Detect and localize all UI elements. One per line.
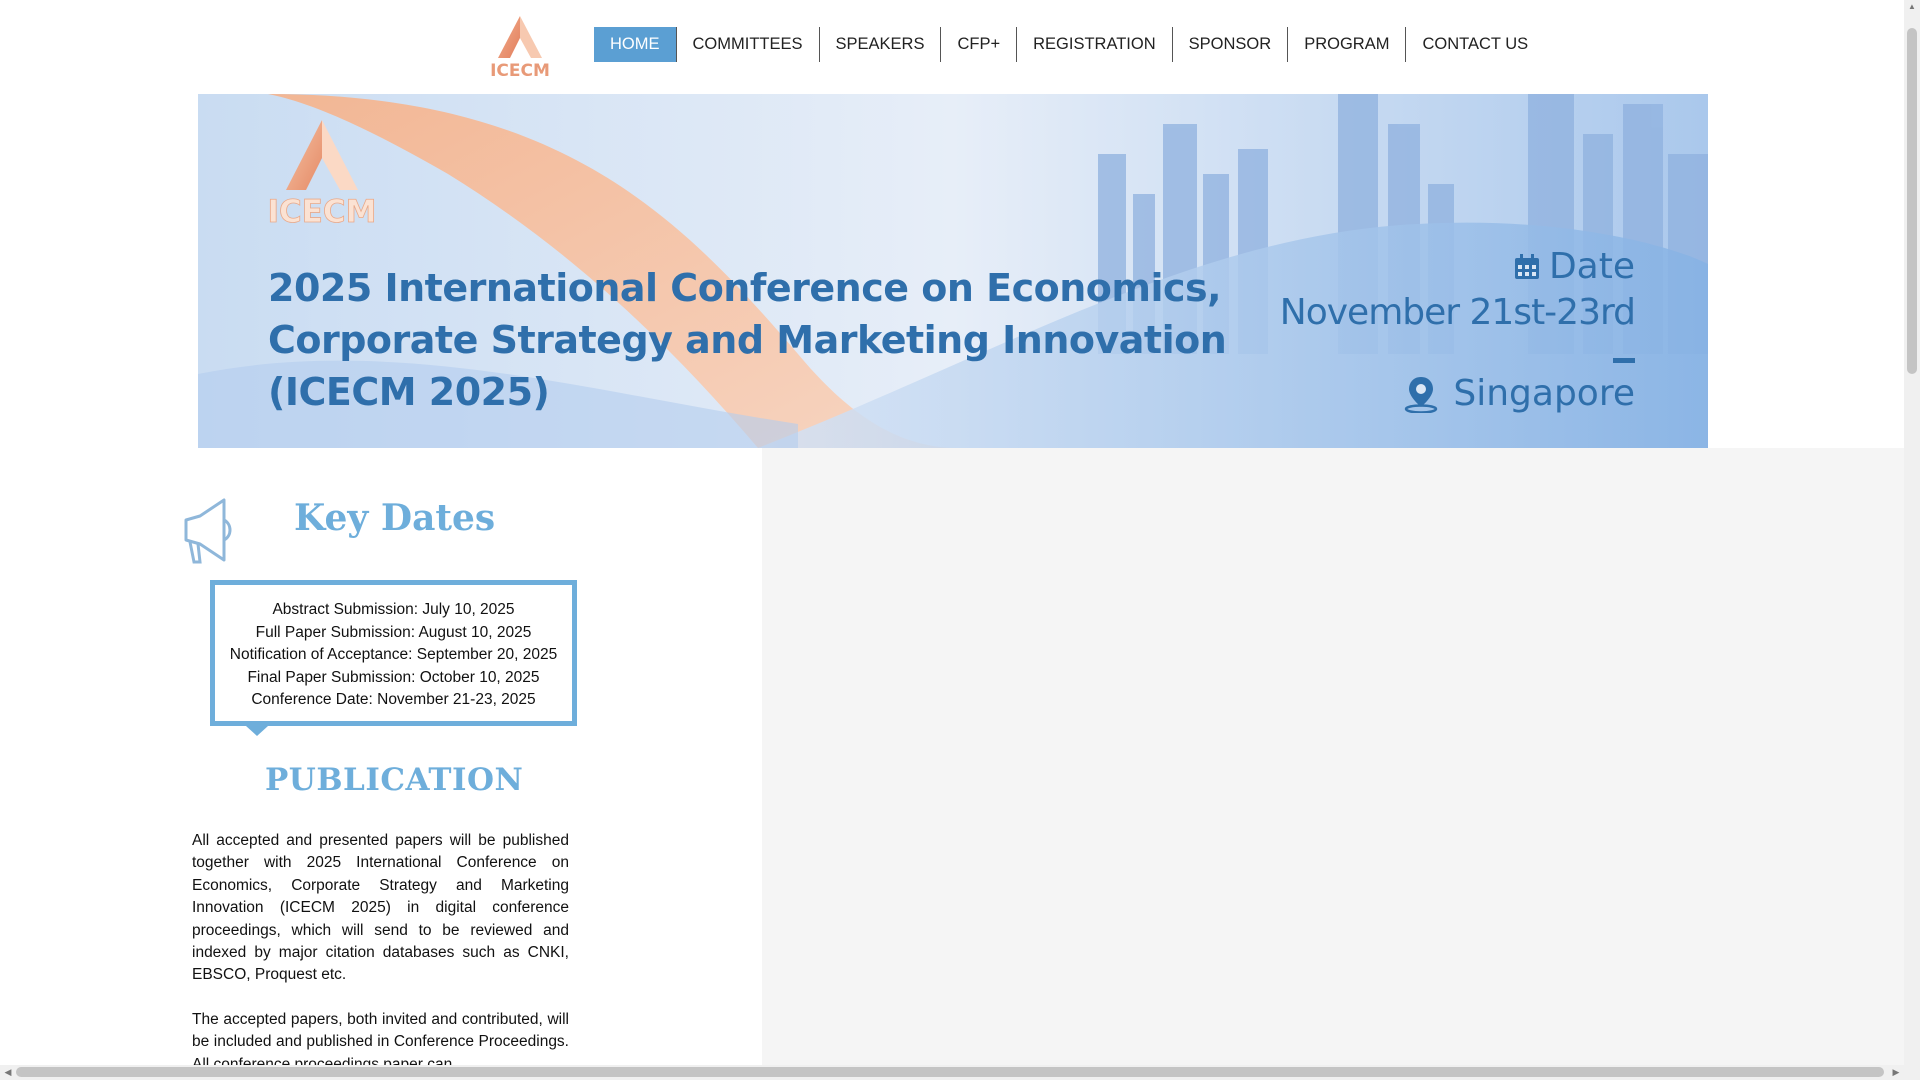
- scroll-left-arrow-icon[interactable]: ◀: [0, 1065, 16, 1080]
- nav-registration[interactable]: REGISTRATION: [1016, 27, 1172, 62]
- vertical-scroll-thumb[interactable]: [1907, 28, 1917, 374]
- svg-text:ICECM: ICECM: [267, 194, 376, 228]
- calendar-icon: [1514, 254, 1539, 279]
- key-date-item: Abstract Submission: July 10, 2025: [272, 601, 515, 618]
- content-panel: [762, 448, 1904, 1080]
- date-location-block: Date November 21st-23rd Singapore: [1279, 244, 1636, 417]
- location-text: Singapore: [1453, 373, 1635, 414]
- publication-text: All accepted and presented papers will b…: [192, 830, 569, 1080]
- key-date-item: Final Paper Submission: October 10, 2025: [247, 668, 540, 686]
- nav-contact-us[interactable]: CONTACT US: [1405, 27, 1544, 62]
- key-dates-box: Abstract Submission: July 10, 2025 Full …: [210, 580, 577, 726]
- date-label-row: Date: [1280, 244, 1635, 290]
- nav-home[interactable]: HOME: [594, 27, 676, 62]
- main-nav: HOME COMMITTEES SPEAKERS CFP+ REGISTRATI…: [594, 27, 1544, 62]
- key-date-item: Notification of Acceptance: September 20…: [229, 646, 558, 663]
- scroll-right-arrow-icon[interactable]: ▶: [1888, 1065, 1904, 1080]
- banner-logo: ICECM: [267, 120, 377, 228]
- nav-cfp[interactable]: CFP+: [940, 27, 1016, 62]
- svg-text:ICECM: ICECM: [490, 61, 550, 78]
- publication-heading: PUBLICATION: [265, 762, 524, 798]
- speech-bubble-tail: [246, 726, 268, 736]
- divider: [1613, 358, 1635, 363]
- title-line-2: Corporate Strategy and Marketing Innovat…: [268, 318, 1227, 362]
- scroll-up-arrow-icon[interactable]: ▲: [1904, 0, 1920, 14]
- scrollbar-corner: [1904, 1065, 1920, 1080]
- megaphone-icon: [184, 498, 232, 564]
- date-label: Date: [1548, 246, 1635, 287]
- nav-program[interactable]: PROGRAM: [1287, 27, 1405, 62]
- location-pin-icon: [1405, 377, 1438, 413]
- key-dates-heading: Key Dates: [294, 497, 496, 539]
- horizontal-scroll-thumb[interactable]: [16, 1067, 1884, 1077]
- date-value: November 21st-23rd: [1279, 292, 1636, 333]
- key-date-item: Full Paper Submission: August 10, 2025: [255, 623, 532, 641]
- publication-paragraph: All accepted and presented papers will b…: [192, 832, 569, 984]
- location-row: Singapore: [1280, 371, 1635, 417]
- title-line-3: (ICECM 2025): [268, 370, 550, 414]
- title-line-1: 2025 International Conference on Economi…: [268, 266, 1222, 310]
- conference-title: 2025 International Conference on Economi…: [268, 262, 1227, 418]
- icecm-logo[interactable]: ICECM: [484, 14, 556, 78]
- site-header: ICECM HOME COMMITTEES SPEAKERS CFP+ REGI…: [0, 0, 1904, 94]
- nav-sponsor[interactable]: SPONSOR: [1171, 27, 1288, 62]
- key-date-item: Conference Date: November 21-23, 2025: [251, 691, 536, 708]
- nav-speakers[interactable]: SPEAKERS: [818, 27, 941, 62]
- nav-committees[interactable]: COMMITTEES: [675, 27, 819, 62]
- hero-banner: ICECM 2025 International Conference on E…: [198, 94, 1708, 448]
